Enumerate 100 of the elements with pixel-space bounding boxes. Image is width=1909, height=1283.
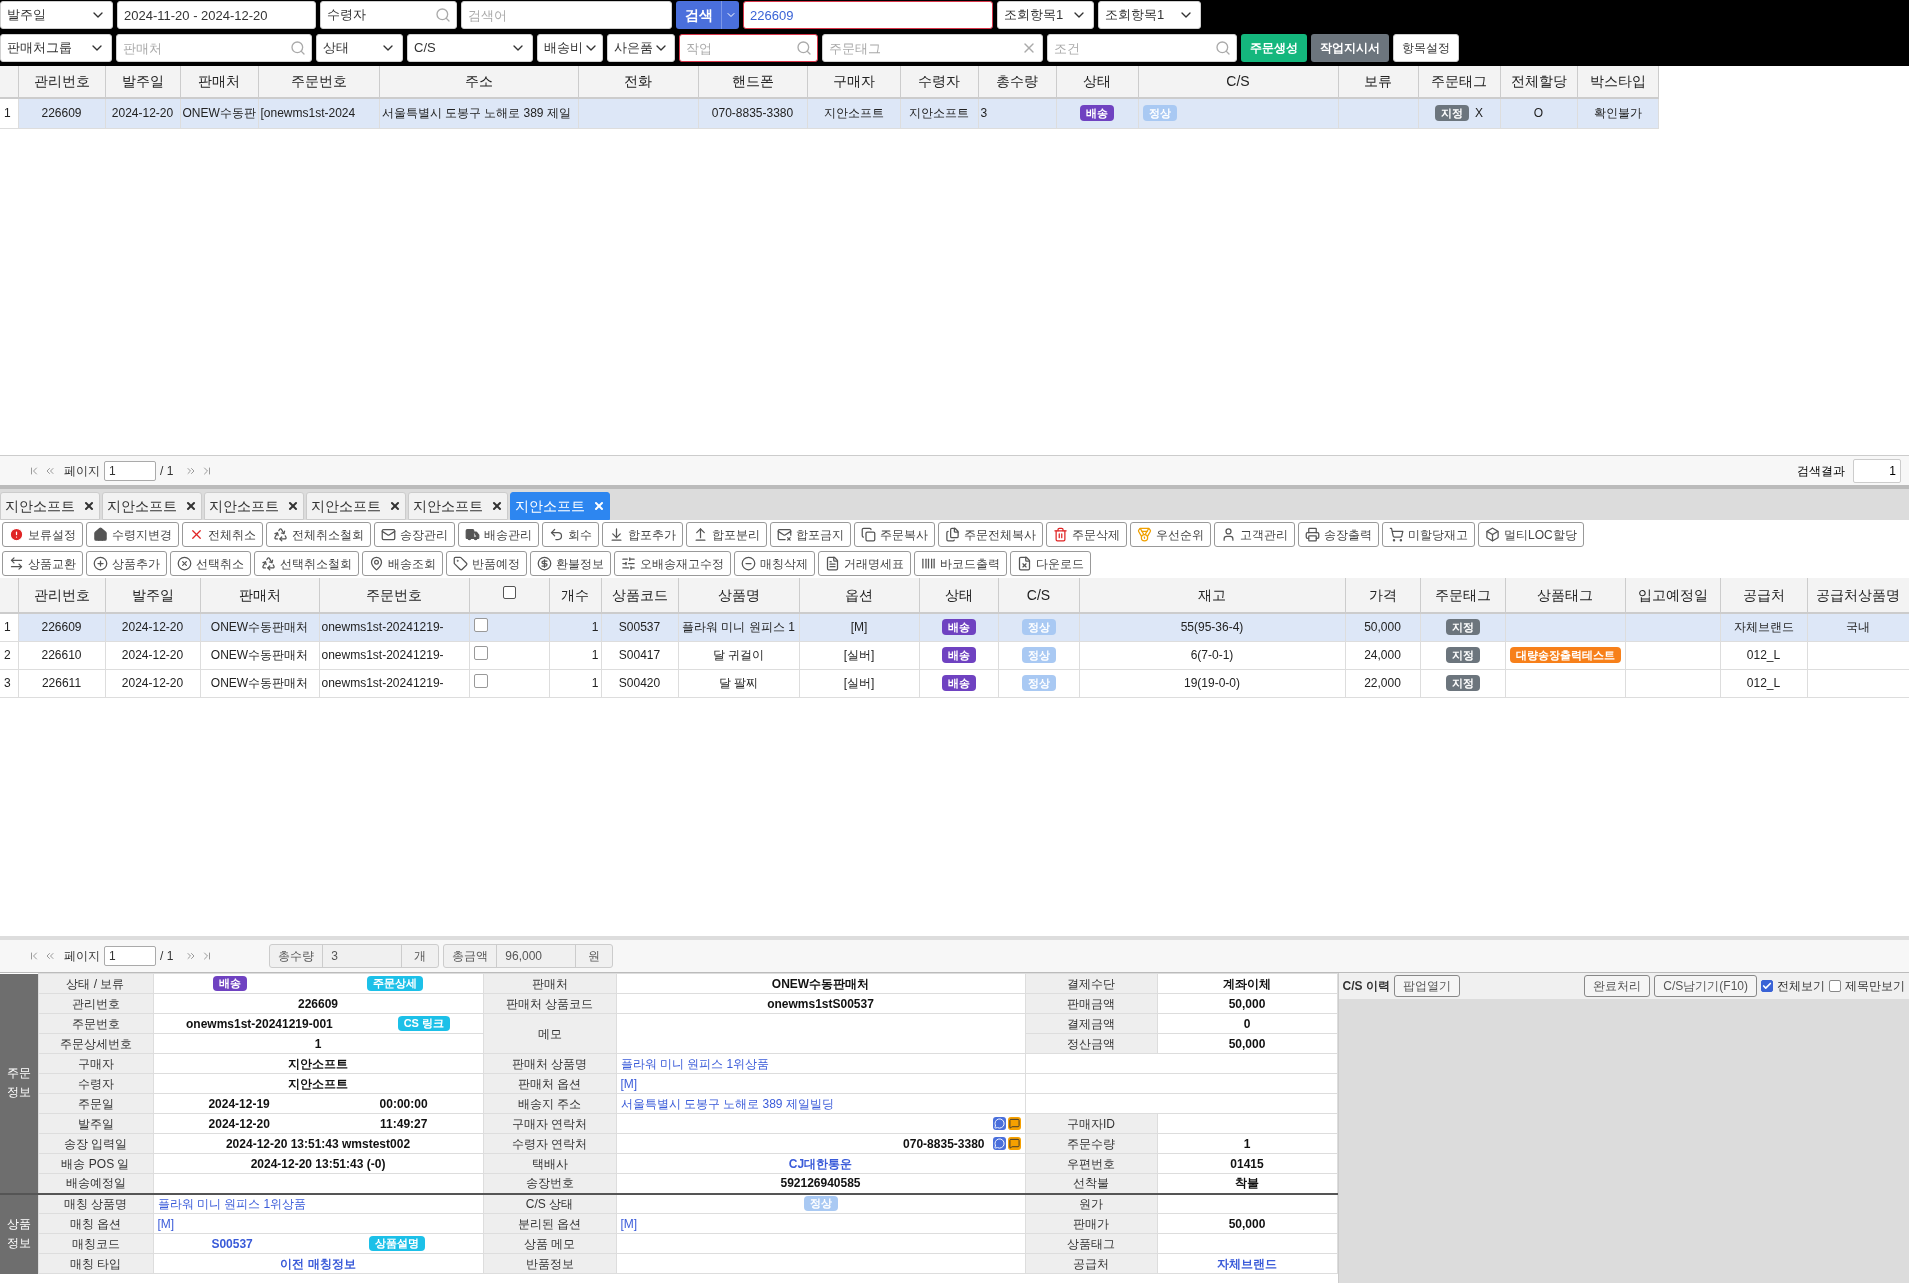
toolbar-button[interactable]: 거래명세표 <box>818 551 911 576</box>
message-icon[interactable] <box>1007 1117 1021 1130</box>
select-all-checkbox[interactable] <box>502 586 516 599</box>
tab[interactable]: 지안소프트 <box>408 492 508 520</box>
settings-button[interactable]: 항목설정 <box>1393 34 1459 62</box>
field-value: 2024-12-19 <box>208 1095 270 1113</box>
toolbar-button[interactable]: 선택취소 <box>170 551 251 576</box>
table-cell: onewms1st-20241219- <box>319 613 469 641</box>
panel-button[interactable]: 완료처리 <box>1584 975 1651 997</box>
sliders-icon <box>621 556 636 571</box>
first-page-icon[interactable] <box>28 464 40 477</box>
swap-icon <box>9 556 24 571</box>
toolbar-button[interactable]: 매칭삭제 <box>734 551 815 576</box>
toolbar-button[interactable]: 합포금지 <box>770 522 851 547</box>
checkbox[interactable] <box>473 673 488 688</box>
cell-text: X <box>1475 105 1483 123</box>
dropdown[interactable]: C/S <box>407 34 533 62</box>
result-count[interactable]: 1 <box>1853 458 1901 483</box>
table-row[interactable]: 1 226609 2024-12-20 ONEW수동판매처 onewms1st-20241219- 1 S00537 플라워 미니 원피스 1 [M] 배송 정상 55(95-36-4) 50,000 지정 자체브랜드 국내 <box>0 613 1909 641</box>
toolbar-button[interactable]: 환불정보 <box>530 551 611 576</box>
toolbar-button[interactable]: 상품교환 <box>2 551 83 576</box>
tab[interactable]: 지안소프트 <box>0 492 100 520</box>
input-field[interactable]: 2024-11-20 - 2024-12-20 <box>117 1 316 29</box>
panel-button[interactable]: C/S남기기(F10) <box>1654 975 1757 997</box>
page-input[interactable]: 1 <box>104 460 156 481</box>
chat-icon[interactable] <box>992 1137 1006 1150</box>
field-label: 수령자 <box>38 1073 153 1094</box>
value-link[interactable]: [M] <box>620 1214 638 1233</box>
toolbar-button[interactable]: 다운로드 <box>1010 551 1091 576</box>
close-icon[interactable] <box>491 500 503 512</box>
value-link[interactable]: [M] <box>157 1214 175 1233</box>
table-row[interactable]: 1 226609 2024-12-20 ONEW수동판 [onewms1st-2024 서울특별시 도봉구 노해로 389 제일 070-8835-3380 지안소프트 지안소프트 3 배송 정상 지정 X O 확인불가 <box>0 98 1658 128</box>
toolbar-button[interactable]: 고객관리 <box>1214 522 1295 547</box>
toolbar-button[interactable]: 송장관리 <box>374 522 455 547</box>
close-icon[interactable] <box>185 500 197 512</box>
toolbar-button[interactable]: 선택취소철회 <box>254 551 359 576</box>
toolbar-button[interactable]: 합포분리 <box>686 522 767 547</box>
toolbar-button[interactable]: 배송조회 <box>362 551 443 576</box>
checkbox[interactable] <box>473 617 488 632</box>
close-icon[interactable] <box>389 500 401 512</box>
dropdown[interactable]: 상태 <box>316 34 403 62</box>
close-icon[interactable] <box>83 500 95 512</box>
input-field[interactable]: 검색어 <box>461 1 672 29</box>
search-field[interactable]: 작업 <box>679 34 818 62</box>
action-button[interactable]: 작업지시서 <box>1311 34 1389 62</box>
tab[interactable]: 지안소프트 <box>102 492 202 520</box>
table-row[interactable]: 3 226611 2024-12-20 ONEW수동판매처 onewms1st-20241219- 1 S00420 달 팔찌 [실버] 배송 정상 19(19-0-0) 22,000 지정 012_L <box>0 669 1909 697</box>
toolbar-button[interactable]: 합포추가 <box>602 522 683 547</box>
value-link[interactable]: [M] <box>620 1074 638 1093</box>
summary-unit: 개 <box>413 948 428 965</box>
table-cell: 지안소프트 <box>900 98 978 128</box>
toolbar-button[interactable]: 우선순위 <box>1130 522 1211 547</box>
status-tag[interactable]: 배송 <box>213 976 248 991</box>
input-field[interactable]: 226609 <box>743 1 993 29</box>
dropdown-toggle[interactable] <box>721 1 739 29</box>
tab[interactable]: 지안소프트 <box>306 492 406 520</box>
tab[interactable]: 지안소프트 <box>204 492 304 520</box>
field-value: 01415 <box>1230 1155 1264 1173</box>
status-tag: 배송 <box>941 647 976 663</box>
toolbar-button[interactable]: 바코드출력 <box>914 551 1007 576</box>
checkbox[interactable] <box>1761 980 1773 992</box>
dropdown[interactable]: 사은품 <box>607 34 675 62</box>
search-field[interactable]: 수령자 <box>320 1 457 29</box>
message-icon[interactable] <box>1007 1137 1021 1150</box>
dropdown[interactable]: 발주일 <box>0 1 113 29</box>
checkbox[interactable] <box>473 645 488 660</box>
previous-page-icon[interactable] <box>44 950 56 962</box>
first-page-icon[interactable] <box>28 950 40 962</box>
toolbar-button[interactable]: 오배송재고수정 <box>614 551 731 576</box>
toolbar-button[interactable]: 주문복사 <box>854 522 935 547</box>
toolbar-button[interactable]: 주문삭제 <box>1046 522 1127 547</box>
chat-icon[interactable] <box>992 1117 1006 1130</box>
toolbar-button[interactable]: 미할당재고 <box>1382 522 1475 547</box>
value-link[interactable]: CJ대한통운 <box>788 1154 853 1173</box>
toolbar-button[interactable]: 전체취소 <box>182 522 263 547</box>
close-icon[interactable] <box>287 500 299 512</box>
popup-button[interactable]: 팝업열기 <box>1393 975 1460 997</box>
page-input[interactable]: 1 <box>104 946 156 966</box>
value-link[interactable]: S00537 <box>211 1234 253 1253</box>
toolbar-button[interactable]: 멀티LOC할당 <box>1478 522 1584 547</box>
checkbox[interactable] <box>1829 980 1841 992</box>
toolbar-button[interactable]: 보류설정 <box>2 522 83 547</box>
search-button[interactable]: 검색 <box>676 1 721 29</box>
toolbar-button[interactable]: 수령지변경 <box>86 522 179 547</box>
dropdown[interactable]: 판매처그룹 <box>0 34 112 62</box>
toolbar-button[interactable]: 반품예정 <box>446 551 527 576</box>
dropdown[interactable]: 조회항목1 <box>1098 1 1201 29</box>
status-tag: 정상 <box>1021 675 1056 691</box>
dropdown[interactable]: 조회항목1 <box>997 1 1094 29</box>
toolbar-button[interactable]: 주문전체복사 <box>938 522 1043 547</box>
toolbar-button[interactable]: 상품추가 <box>86 551 167 576</box>
toolbar-button[interactable]: 배송관리 <box>458 522 539 547</box>
summary-label: 총수량 <box>277 948 316 965</box>
table-row[interactable]: 2 226610 2024-12-20 ONEW수동판매처 onewms1st-20241219- 1 S00417 달 귀걸이 [실버] 배송 정상 6(7-0-1) 24,000 지정 대량송장출력테스트 012_L <box>0 641 1909 669</box>
toolbar-button[interactable]: 전체취소철회 <box>266 522 371 547</box>
dropdown[interactable]: 배송비 <box>537 34 603 62</box>
toolbar-button[interactable]: 송장출력 <box>1298 522 1379 547</box>
tab[interactable]: 지안소프트 <box>510 492 610 520</box>
user-icon <box>1221 527 1236 542</box>
toolbar-button[interactable]: 회수 <box>542 522 599 547</box>
